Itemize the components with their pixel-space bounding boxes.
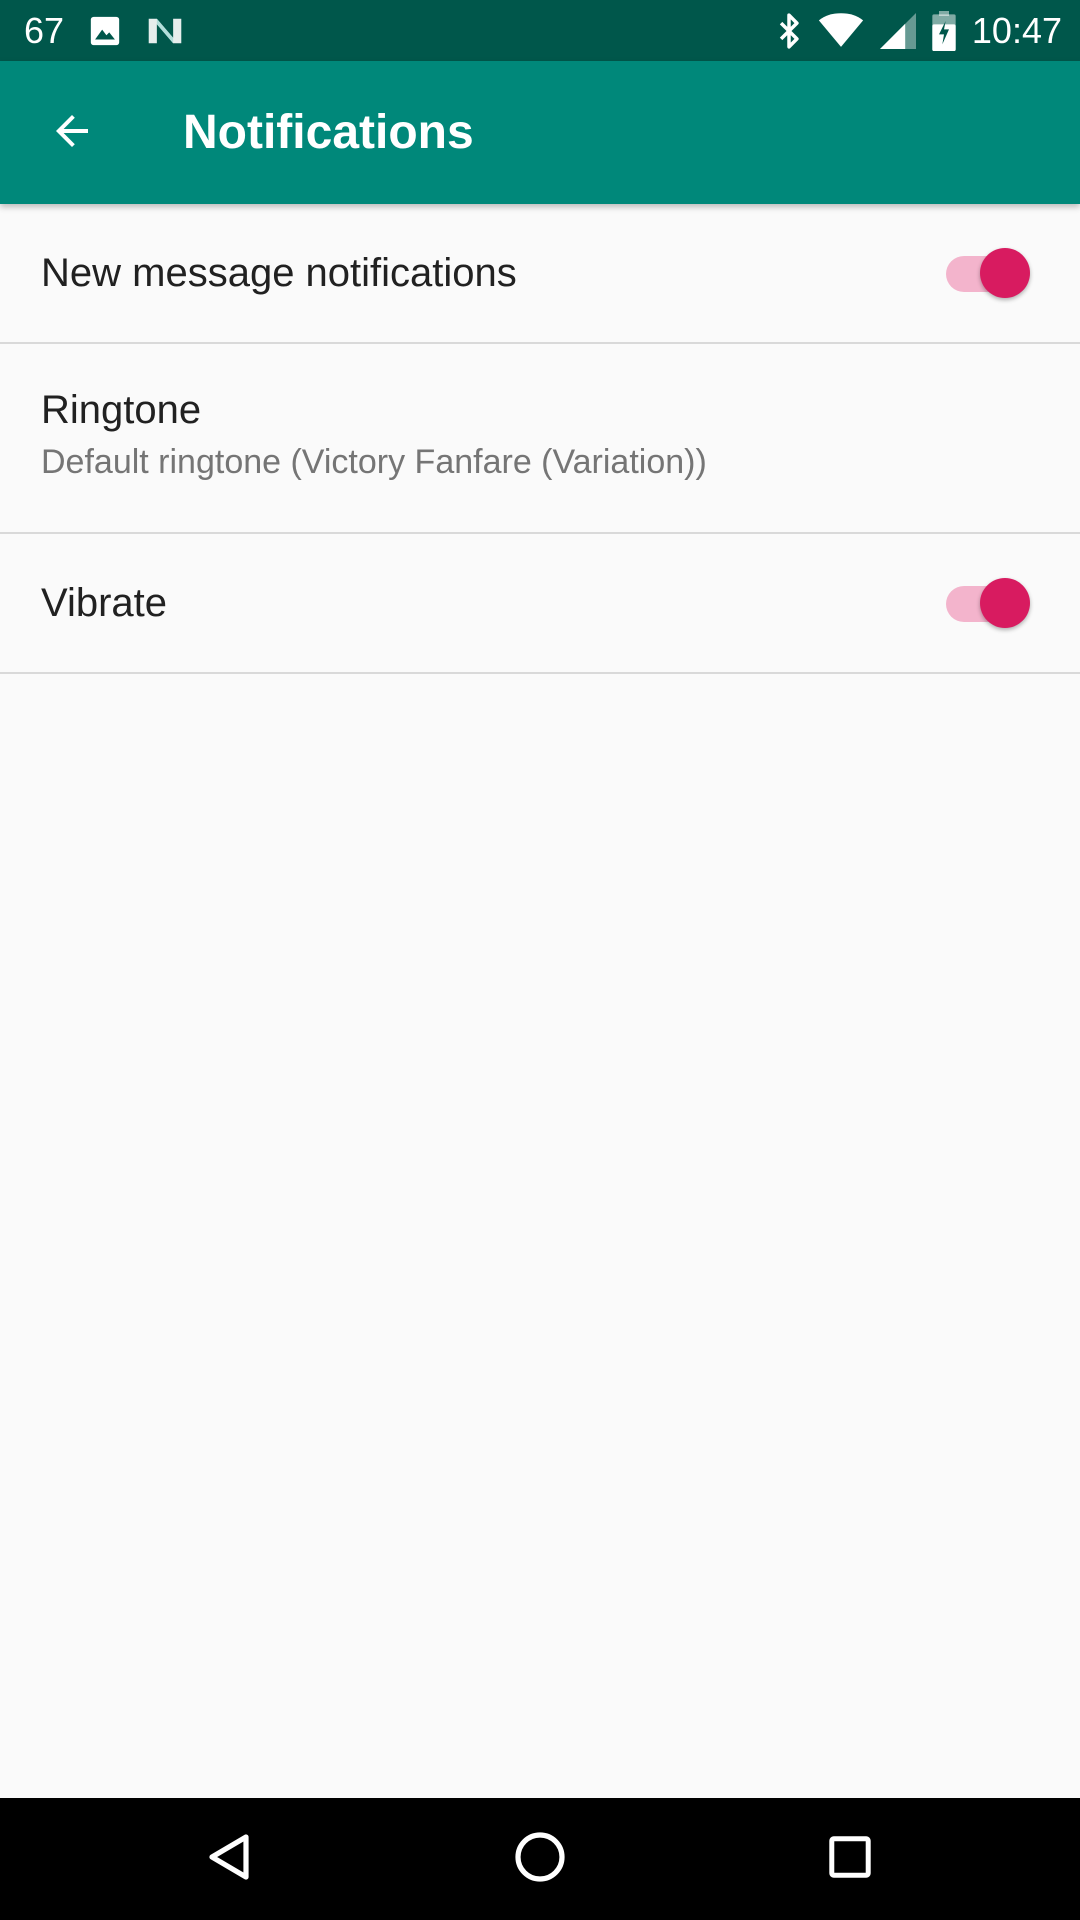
nav-home-icon (514, 1831, 566, 1888)
ringtone-label: Ringtone (41, 388, 202, 432)
switch-thumb (980, 248, 1030, 298)
status-bar: 67 10:47 (0, 0, 1080, 61)
preference-list: New message notifications Ringtone Defau… (0, 204, 1080, 674)
ringtone-summary: Default ringtone (Victory Fanfare (Varia… (41, 443, 707, 481)
cell-signal-icon (879, 12, 916, 49)
nav-recents-button[interactable] (810, 1819, 890, 1899)
status-left-group: 67 (24, 0, 184, 61)
ringtone-row[interactable]: Ringtone Default ringtone (Victory Fanfa… (0, 344, 1080, 534)
switch-thumb (980, 578, 1030, 628)
new-message-notifications-label: New message notifications (41, 251, 517, 295)
bluetooth-icon (776, 12, 802, 50)
status-right-group: 10:47 (776, 0, 1062, 61)
back-button[interactable] (30, 91, 114, 175)
battery-charging-icon (932, 10, 956, 51)
nav-back-icon (204, 1831, 256, 1888)
nav-recents-icon (827, 1834, 873, 1885)
new-message-notifications-row[interactable]: New message notifications (0, 204, 1080, 344)
image-icon (88, 14, 122, 48)
n-logo-icon (146, 14, 184, 48)
vibrate-label: Vibrate (41, 581, 168, 625)
page-title: Notifications (183, 106, 474, 159)
wifi-icon (818, 12, 864, 49)
navigation-bar (0, 1798, 1080, 1920)
nav-home-button[interactable] (500, 1819, 580, 1899)
new-message-notifications-switch[interactable] (946, 248, 1030, 298)
status-notification-count: 67 (24, 10, 65, 51)
screen: 67 10:47 Notifications New message notif… (0, 0, 1080, 1920)
status-time: 10:47 (971, 10, 1062, 51)
vibrate-switch[interactable] (946, 578, 1030, 628)
nav-back-button[interactable] (190, 1819, 270, 1899)
app-bar: Notifications (0, 61, 1080, 204)
arrow-back-icon (48, 107, 96, 160)
vibrate-row[interactable]: Vibrate (0, 534, 1080, 674)
